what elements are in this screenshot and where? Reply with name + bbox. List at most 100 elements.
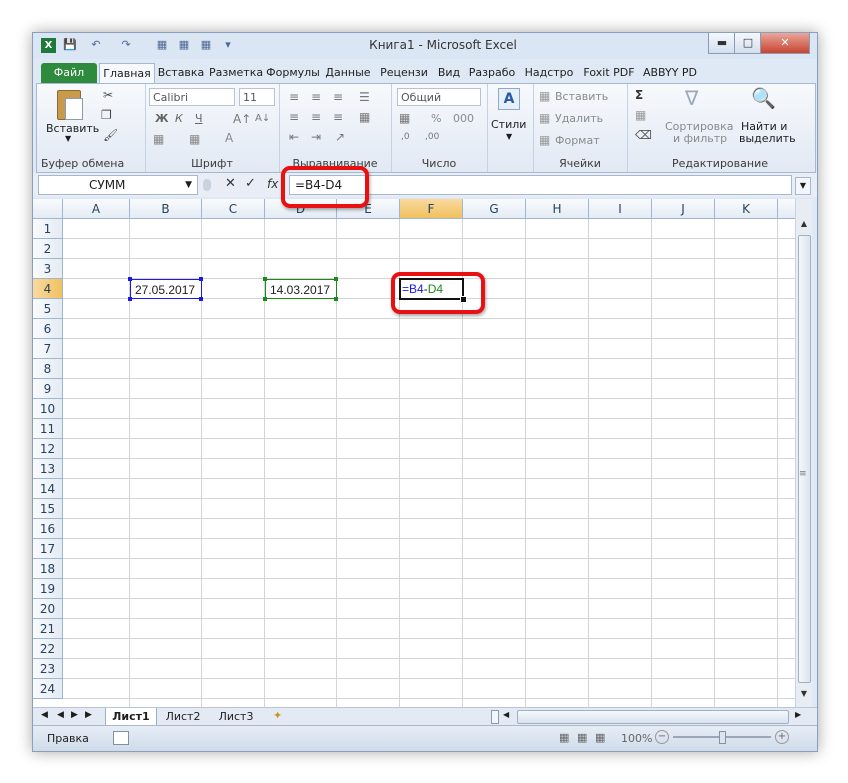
last-sheet-icon[interactable]: ▶ bbox=[85, 710, 92, 720]
enter-entry-icon[interactable]: ✓ bbox=[245, 176, 256, 191]
macro-record-icon[interactable] bbox=[113, 731, 129, 745]
redo-icon[interactable]: ↷ bbox=[119, 38, 133, 52]
merge-center-icon[interactable]: ▦ bbox=[359, 110, 370, 124]
row-header[interactable]: 6 bbox=[33, 319, 63, 339]
row-header[interactable]: 5 bbox=[33, 299, 63, 319]
name-box-dropdown-icon[interactable]: ▼ bbox=[185, 176, 192, 194]
row-header[interactable]: 14 bbox=[33, 479, 63, 499]
insert-cells-button[interactable]: Вставить bbox=[555, 90, 608, 103]
grow-font-icon[interactable]: A↑ bbox=[233, 112, 251, 126]
decrease-indent-icon[interactable]: ⇤ bbox=[289, 130, 299, 144]
align-bottom-icon[interactable]: ≡ bbox=[333, 90, 343, 104]
row-header[interactable]: 13 bbox=[33, 459, 63, 479]
row-header[interactable]: 24 bbox=[33, 679, 63, 699]
align-right-icon[interactable]: ≡ bbox=[333, 110, 343, 124]
row-header[interactable]: 8 bbox=[33, 359, 63, 379]
row-header[interactable]: 10 bbox=[33, 399, 63, 419]
tab-insert[interactable]: Вставка bbox=[155, 63, 207, 83]
align-middle-icon[interactable]: ≡ bbox=[311, 90, 321, 104]
row-header[interactable]: 2 bbox=[33, 239, 63, 259]
column-header-selected[interactable]: F bbox=[400, 199, 463, 219]
row-header[interactable]: 12 bbox=[33, 439, 63, 459]
text-orientation-icon[interactable]: ☰ bbox=[359, 90, 370, 104]
select-all-corner[interactable] bbox=[33, 199, 63, 219]
underline-button[interactable]: Ч bbox=[195, 112, 203, 125]
row-header[interactable]: 17 bbox=[33, 539, 63, 559]
row-header[interactable]: 3 bbox=[33, 259, 63, 279]
sort-filter-button-line2[interactable]: и фильтр bbox=[673, 132, 727, 145]
increase-decimal-icon[interactable]: ,0 bbox=[401, 132, 410, 142]
column-header[interactable]: G bbox=[463, 199, 526, 219]
insert-function-icon[interactable]: fx bbox=[267, 177, 278, 191]
tab-formulas[interactable]: Формулы bbox=[265, 63, 321, 83]
maximize-button[interactable]: □ bbox=[734, 33, 762, 54]
row-header[interactable]: 15 bbox=[33, 499, 63, 519]
row-header-selected[interactable]: 4 bbox=[33, 279, 63, 299]
fill-color-icon[interactable]: ▦ bbox=[189, 132, 200, 146]
scroll-left-icon[interactable]: ◀ bbox=[503, 710, 509, 719]
tab-abbyy-pdf[interactable]: ABBYY PD bbox=[641, 63, 699, 83]
row-header[interactable]: 19 bbox=[33, 579, 63, 599]
number-format-combo[interactable]: Общий bbox=[397, 88, 481, 106]
tab-file[interactable]: Файл bbox=[41, 63, 97, 83]
first-sheet-icon[interactable]: ◀ bbox=[41, 710, 48, 720]
italic-button[interactable]: К bbox=[175, 112, 183, 125]
close-button[interactable]: ✕ bbox=[760, 33, 810, 54]
tab-view[interactable]: Вид bbox=[435, 63, 463, 83]
expand-formula-bar-icon[interactable]: ▼ bbox=[795, 177, 811, 195]
bold-button[interactable]: Ж bbox=[155, 112, 168, 125]
clear-icon[interactable]: ⌫ bbox=[635, 128, 652, 142]
tab-developer[interactable]: Разрабо bbox=[465, 63, 519, 83]
copy-icon[interactable]: ❐ bbox=[101, 108, 112, 122]
delete-cells-button[interactable]: Удалить bbox=[555, 112, 603, 125]
row-header[interactable]: 11 bbox=[33, 419, 63, 439]
styles-button[interactable]: Стили bbox=[491, 118, 526, 131]
zoom-level[interactable]: 100% bbox=[621, 732, 652, 745]
customize-toolbar-icon[interactable]: ▾ bbox=[221, 38, 235, 52]
row-header[interactable]: 1 bbox=[33, 219, 63, 239]
percent-button[interactable]: % bbox=[431, 112, 441, 125]
row-header[interactable]: 20 bbox=[33, 599, 63, 619]
row-header[interactable]: 23 bbox=[33, 659, 63, 679]
align-left-icon[interactable]: ≡ bbox=[289, 110, 299, 124]
vertical-scrollbar[interactable]: ▲ ≡ ▼ bbox=[795, 199, 812, 707]
tab-home[interactable]: Главная bbox=[99, 63, 155, 84]
font-color-icon[interactable]: A bbox=[225, 131, 233, 145]
tab-addins[interactable]: Надстро bbox=[521, 63, 577, 83]
tab-foxit-pdf[interactable]: Foxit PDF bbox=[579, 63, 639, 83]
column-header[interactable]: C bbox=[202, 199, 265, 219]
orientation-icon[interactable]: ↗ bbox=[335, 130, 345, 144]
next-sheet-icon[interactable]: ▶ bbox=[71, 710, 78, 720]
cut-icon[interactable]: ✂ bbox=[103, 88, 113, 102]
save-icon[interactable]: 💾 bbox=[63, 38, 77, 52]
tab-data[interactable]: Данные bbox=[323, 63, 373, 83]
currency-icon[interactable]: ▦ bbox=[399, 111, 410, 125]
scroll-down-icon[interactable]: ▼ bbox=[797, 689, 811, 703]
find-select-button-line2[interactable]: выделить bbox=[739, 132, 796, 145]
zoom-in-icon[interactable]: + bbox=[775, 730, 789, 744]
row-header[interactable]: 9 bbox=[33, 379, 63, 399]
horizontal-scroll-thumb[interactable] bbox=[517, 710, 789, 724]
zoom-out-icon[interactable]: − bbox=[655, 730, 669, 744]
column-header[interactable]: I bbox=[589, 199, 652, 219]
font-name-combo[interactable]: Calibri bbox=[149, 88, 235, 106]
align-top-icon[interactable]: ≡ bbox=[289, 90, 299, 104]
undo-icon[interactable]: ↶ bbox=[89, 38, 103, 52]
thousands-button[interactable]: 000 bbox=[453, 112, 474, 125]
page-break-view-icon[interactable]: ▦ bbox=[595, 731, 605, 744]
row-header[interactable]: 18 bbox=[33, 559, 63, 579]
increase-indent-icon[interactable]: ⇥ bbox=[311, 130, 321, 144]
align-center-icon[interactable]: ≡ bbox=[311, 110, 321, 124]
hscroll-split-icon[interactable] bbox=[491, 710, 499, 724]
column-header[interactable]: B bbox=[130, 199, 202, 219]
paste-button[interactable]: Вставить bbox=[46, 122, 99, 135]
quick-access-icon[interactable]: ▦ bbox=[155, 38, 169, 52]
row-header[interactable]: 21 bbox=[33, 619, 63, 639]
page-layout-view-icon[interactable]: ▦ bbox=[577, 731, 587, 744]
row-header[interactable]: 22 bbox=[33, 639, 63, 659]
scroll-right-icon[interactable]: ▶ bbox=[795, 710, 801, 719]
cell-d4[interactable]: 14.03.2017 bbox=[265, 279, 337, 299]
row-header[interactable]: 16 bbox=[33, 519, 63, 539]
name-box[interactable]: СУММ ▼ bbox=[38, 175, 198, 195]
row-header[interactable]: 7 bbox=[33, 339, 63, 359]
